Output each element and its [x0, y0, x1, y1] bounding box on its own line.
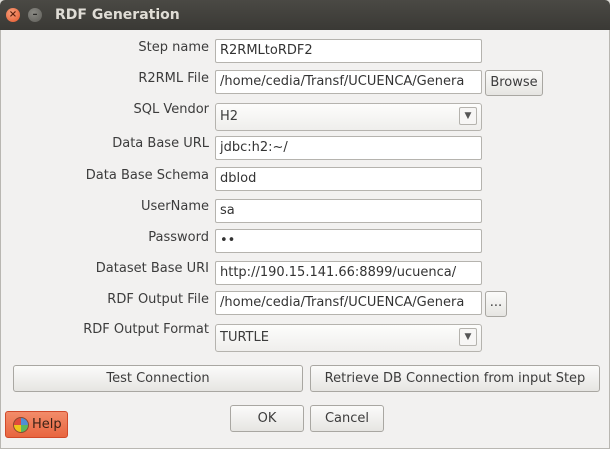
dialog-content: Step name R2RMLtoRDF2 R2RML File /home/c…	[0, 30, 610, 449]
cancel-button[interactable]: Cancel	[310, 405, 384, 432]
sql-vendor-label: SQL Vendor	[133, 102, 209, 117]
output-file-input[interactable]: /home/cedia/Transf/UCUENCA/Genera	[215, 291, 482, 315]
output-format-select[interactable]: TURTLE ▼	[215, 324, 482, 352]
db-url-label: Data Base URL	[112, 136, 209, 151]
help-icon	[13, 417, 29, 433]
db-url-input[interactable]: jdbc:h2:~/	[215, 136, 482, 160]
title-bar: × – RDF Generation	[0, 0, 610, 30]
db-schema-input[interactable]: dblod	[215, 167, 482, 191]
output-format-value: TURTLE	[220, 330, 269, 345]
ok-button[interactable]: OK	[230, 405, 304, 432]
password-label: Password	[148, 230, 209, 245]
r2rml-file-label: R2RML File	[138, 71, 209, 86]
r2rml-file-input[interactable]: /home/cedia/Transf/UCUENCA/Genera	[215, 70, 482, 94]
username-input[interactable]: sa	[215, 199, 482, 223]
step-name-label: Step name	[138, 40, 209, 55]
username-label: UserName	[141, 199, 209, 214]
help-label: Help	[32, 417, 62, 432]
help-button[interactable]: Help	[5, 411, 68, 438]
minimize-icon[interactable]: –	[28, 8, 42, 22]
db-schema-label: Data Base Schema	[85, 168, 209, 183]
window-title: RDF Generation	[55, 7, 180, 23]
chevron-down-icon[interactable]: ▼	[459, 107, 477, 125]
password-input[interactable]: ••	[215, 229, 482, 253]
step-name-input[interactable]: R2RMLtoRDF2	[215, 39, 482, 63]
test-connection-button[interactable]: Test Connection	[13, 365, 303, 392]
browse-button[interactable]: Browse	[485, 70, 543, 96]
dataset-uri-label: Dataset Base URI	[95, 261, 209, 276]
output-file-label: RDF Output File	[107, 292, 209, 307]
sql-vendor-select[interactable]: H2 ▼	[215, 103, 482, 131]
dataset-uri-input[interactable]: http://190.15.141.66:8899/ucuenca/	[215, 261, 482, 285]
output-file-browse-button[interactable]: ...	[485, 291, 507, 317]
retrieve-db-connection-button[interactable]: Retrieve DB Connection from input Step	[310, 365, 600, 392]
sql-vendor-value: H2	[220, 109, 239, 124]
close-icon[interactable]: ×	[6, 8, 20, 22]
chevron-down-icon[interactable]: ▼	[459, 328, 477, 346]
output-format-label: RDF Output Format	[83, 322, 209, 337]
